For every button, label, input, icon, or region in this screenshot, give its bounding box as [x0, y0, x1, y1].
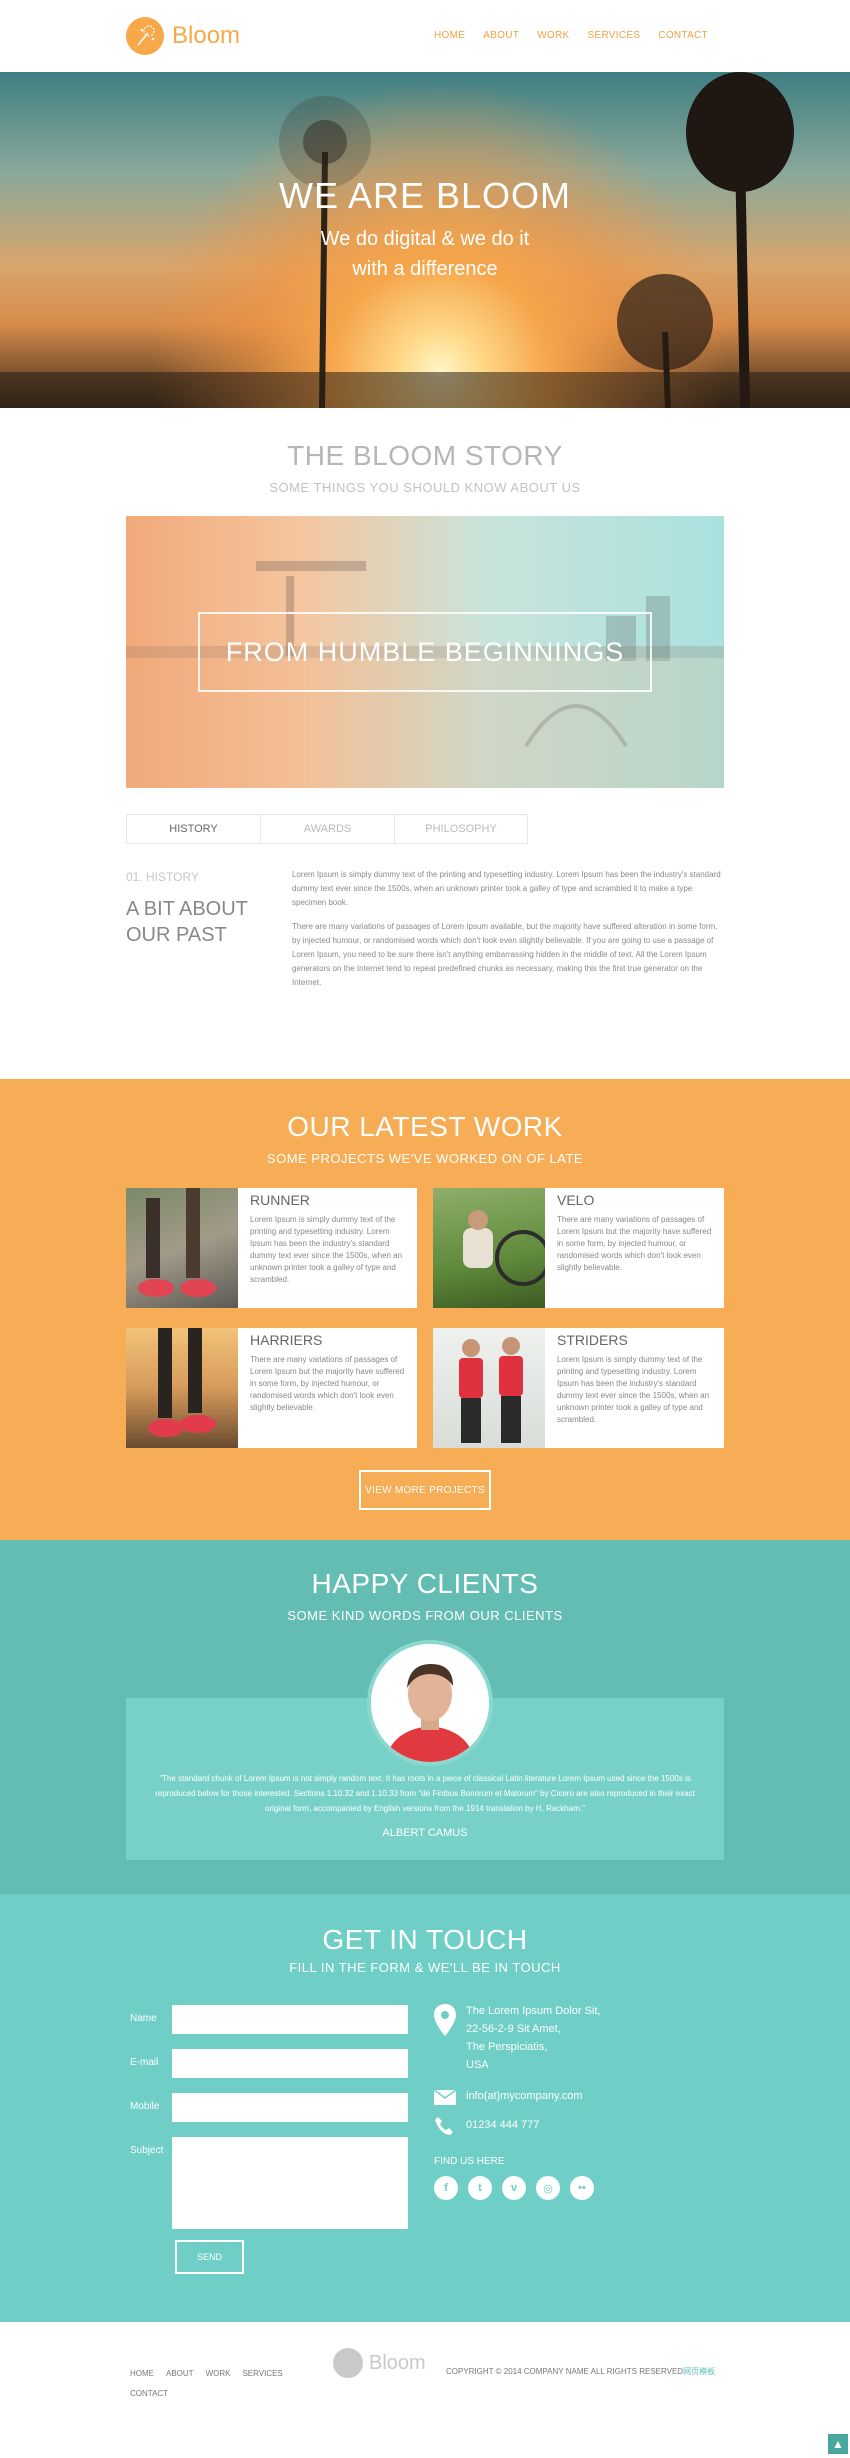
- subject-label: Subject: [130, 2145, 164, 2156]
- logo[interactable]: Bloom: [126, 17, 240, 55]
- story-banner-image: FROM HUMBLE BEGINNINGS: [126, 516, 724, 788]
- copyright-text: COPYRIGHT © 2014 COMPANY NAME ALL RIGHTS…: [446, 2367, 684, 2376]
- footer-link-home[interactable]: HOME: [130, 2369, 154, 2378]
- velo-thumbnail-image: [433, 1188, 551, 1308]
- project-card-striders[interactable]: STRIDERS Lorem Ipsum is simply dummy tex…: [433, 1328, 724, 1448]
- dribbble-icon[interactable]: ◎: [536, 2176, 560, 2200]
- tab-history[interactable]: HISTORY: [126, 814, 260, 844]
- footer-link-work[interactable]: WORK: [206, 2369, 231, 2378]
- clients-section: HAPPY CLIENTS SOME KIND WORDS FROM OUR C…: [0, 1540, 850, 1894]
- harriers-thumbnail-image: [126, 1328, 238, 1448]
- footer-link-contact[interactable]: CONTACT: [130, 2389, 168, 2398]
- project-title: STRIDERS: [557, 1332, 628, 1348]
- twitter-icon[interactable]: t: [468, 2176, 492, 2200]
- history-text: Lorem Ipsum is simply dummy text of the …: [292, 868, 724, 990]
- story-tabs: HISTORY AWARDS PHILOSOPHY: [126, 814, 528, 844]
- tab-philosophy[interactable]: PHILOSOPHY: [394, 814, 528, 844]
- hero-subtitle: We do digital & we do it with a differen…: [320, 228, 530, 280]
- client-avatar: [367, 1640, 493, 1766]
- footer-link-services[interactable]: SERVICES: [242, 2369, 282, 2378]
- email-input[interactable]: [172, 2049, 408, 2078]
- nav-work[interactable]: WORK: [537, 30, 569, 41]
- clients-subtitle: SOME KIND WORDS FROM OUR CLIENTS: [287, 1608, 563, 1623]
- history-paragraph-1: Lorem Ipsum is simply dummy text of the …: [292, 870, 721, 907]
- name-label: Name: [130, 2013, 157, 2024]
- address-block: The Lorem Ipsum Dolor Sit, 22-56-2-9 Sit…: [466, 2002, 601, 2074]
- project-description: There are many variations of passages of…: [250, 1355, 405, 1412]
- testimonial-quote: "The standard chunk of Lorem Ipsum is no…: [155, 1774, 695, 1813]
- main-nav: HOME ABOUT WORK SERVICES CONTACT: [434, 30, 708, 41]
- copyright-link[interactable]: 网页模板: [683, 2367, 715, 2376]
- history-label: 01. HISTORY: [126, 870, 199, 884]
- facebook-icon[interactable]: f: [434, 2176, 458, 2200]
- nav-contact[interactable]: CONTACT: [658, 30, 708, 41]
- footer-link-about[interactable]: ABOUT: [166, 2369, 194, 2378]
- view-more-projects-button[interactable]: VIEW MORE PROJECTS: [359, 1470, 491, 1510]
- dandelion-logo-icon: [126, 17, 164, 55]
- nav-home[interactable]: HOME: [434, 30, 465, 41]
- story-title: THE BLOOM STORY: [287, 440, 563, 471]
- story-banner-box: FROM HUMBLE BEGINNINGS: [198, 612, 652, 692]
- address-line-1: The Lorem Ipsum Dolor Sit,: [466, 2005, 601, 2017]
- tab-awards[interactable]: AWARDS: [260, 814, 394, 844]
- flickr-icon[interactable]: ••: [570, 2176, 594, 2200]
- header: Bloom HOME ABOUT WORK SERVICES CONTACT: [0, 0, 850, 72]
- project-card-harriers[interactable]: HARRIERS There are many variations of pa…: [126, 1328, 417, 1448]
- nav-about[interactable]: ABOUT: [483, 30, 519, 41]
- mobile-label: Mobile: [130, 2101, 160, 2112]
- social-links: f t v ◎ ••: [434, 2176, 594, 2200]
- project-title: HARRIERS: [250, 1332, 323, 1348]
- project-description: There are many variations of passages of…: [557, 1215, 712, 1272]
- footer-nav: HOME ABOUT WORK SERVICES CONTACT: [130, 2364, 283, 2404]
- footer: HOME ABOUT WORK SERVICES CONTACT Bloom COPY…: [0, 2322, 850, 2458]
- work-subtitle: SOME PROJECTS WE'VE WORKED ON OF LATE: [266, 1151, 584, 1166]
- project-title: VELO: [557, 1192, 595, 1208]
- footer-logo-text: Bloom: [369, 2351, 426, 2374]
- scroll-to-top-icon[interactable]: ▲: [828, 2434, 848, 2454]
- striders-thumbnail-image: [433, 1328, 545, 1448]
- envelope-icon: [434, 2090, 456, 2105]
- email-label: E-mail: [130, 2057, 159, 2068]
- contact-section: GET IN TOUCH FILL IN THE FORM & WE'LL BE…: [0, 1894, 850, 2322]
- dandelion-logo-icon: [333, 2348, 363, 2378]
- page: Bloom HOME ABOUT WORK SERVICES CONTACT W…: [0, 0, 850, 2458]
- vimeo-icon[interactable]: v: [502, 2176, 526, 2200]
- work-title: OUR LATEST WORK: [287, 1111, 563, 1142]
- send-button[interactable]: SEND: [175, 2240, 244, 2274]
- subject-textarea[interactable]: [172, 2137, 408, 2229]
- phone-icon: [435, 2117, 453, 2135]
- footer-logo[interactable]: Bloom: [333, 2348, 426, 2378]
- copyright: COPYRIGHT © 2014 COMPANY NAME ALL RIGHTS…: [446, 2366, 715, 2377]
- project-card-velo[interactable]: VELO There are many variations of passag…: [433, 1188, 724, 1308]
- story-section: THE BLOOM STORY SOME THINGS YOU SHOULD K…: [0, 408, 850, 1079]
- history-heading: A BIT ABOUT OUR PAST: [126, 898, 248, 946]
- hero-title: WE ARE BLOOM: [278, 175, 572, 216]
- project-title: RUNNER: [250, 1192, 310, 1208]
- contact-phone[interactable]: 01234 444 777: [466, 2119, 539, 2131]
- name-input[interactable]: [172, 2005, 408, 2034]
- hero-banner: WE ARE BLOOM We do digital & we do it wi…: [0, 72, 850, 408]
- story-subtitle: SOME THINGS YOU SHOULD KNOW ABOUT US: [269, 480, 581, 495]
- clients-title: HAPPY CLIENTS: [311, 1568, 539, 1599]
- project-card-runner[interactable]: RUNNER Lorem Ipsum is simply dummy text …: [126, 1188, 417, 1308]
- contact-subtitle: FILL IN THE FORM & WE'LL BE IN TOUCH: [289, 1960, 561, 1975]
- nav-services[interactable]: SERVICES: [588, 30, 641, 41]
- work-section: OUR LATEST WORK SOME PROJECTS WE'VE WORK…: [0, 1079, 850, 1540]
- story-banner-text: FROM HUMBLE BEGINNINGS: [225, 636, 625, 667]
- address-line-4: USA: [466, 2059, 489, 2071]
- logo-text: Bloom: [172, 22, 241, 49]
- history-paragraph-2: There are many variations of passages of…: [292, 922, 718, 987]
- project-description: Lorem Ipsum is simply dummy text of the …: [557, 1355, 710, 1424]
- map-pin-icon: [434, 2004, 456, 2036]
- contact-email[interactable]: info(at)mycompany.com: [466, 2090, 583, 2102]
- address-line-3: The Perspiciatis,: [466, 2041, 548, 2053]
- runner-thumbnail-image: [126, 1188, 238, 1308]
- address-line-2: 22-56-2-9 Sit Amet,: [466, 2023, 561, 2035]
- testimonial-author: ALBERT CAMUS: [382, 1827, 468, 1839]
- find-us-label: FIND US HERE: [434, 2156, 505, 2167]
- contact-title: GET IN TOUCH: [322, 1924, 528, 1955]
- project-description: Lorem Ipsum is simply dummy text of the …: [250, 1215, 403, 1284]
- mobile-input[interactable]: [172, 2093, 408, 2122]
